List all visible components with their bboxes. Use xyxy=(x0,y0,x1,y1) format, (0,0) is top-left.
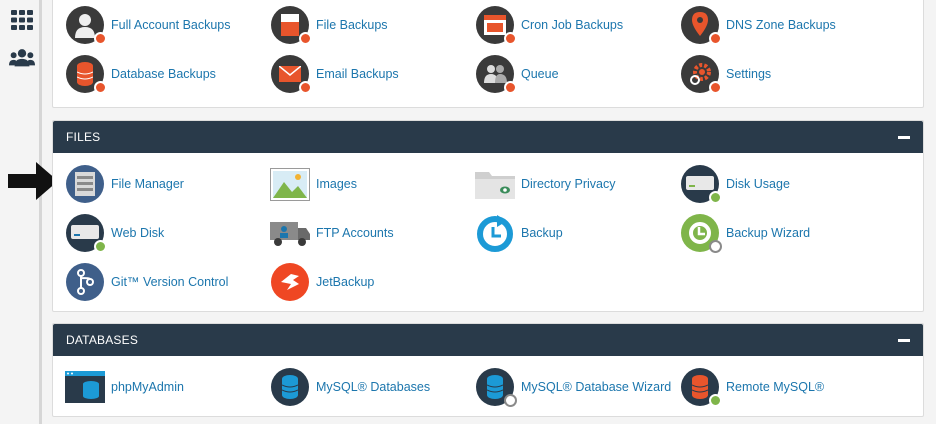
queue-icon xyxy=(475,54,517,94)
remote-mysql-icon xyxy=(680,367,722,407)
database-backups-item[interactable]: Database Backups xyxy=(65,54,216,94)
backups-panel: Full Account Backups File Backups Cron J… xyxy=(52,0,924,108)
web-disk-icon xyxy=(65,213,107,253)
images-item[interactable]: Images xyxy=(270,164,357,204)
file-backups-item[interactable]: File Backups xyxy=(270,5,388,45)
files-panel-header[interactable]: FILES xyxy=(53,121,923,153)
settings-item[interactable]: Settings xyxy=(680,54,771,94)
databases-panel-header[interactable]: DATABASES xyxy=(53,324,923,356)
databases-panel-title: DATABASES xyxy=(66,333,139,347)
email-backups-item[interactable]: Email Backups xyxy=(270,54,399,94)
file-manager-icon xyxy=(65,164,105,204)
ftp-accounts-icon xyxy=(270,213,310,253)
mysql-wizard-icon xyxy=(475,367,517,407)
directory-privacy-icon xyxy=(475,164,515,204)
email-backup-icon xyxy=(270,54,312,94)
phpmyadmin-icon xyxy=(65,367,105,407)
collapse-icon[interactable] xyxy=(898,135,910,139)
users-icon[interactable] xyxy=(9,45,35,71)
database-backup-icon xyxy=(65,54,107,94)
disk-usage-item[interactable]: Disk Usage xyxy=(680,164,790,204)
images-icon xyxy=(270,164,310,204)
cron-job-backups-item[interactable]: Cron Job Backups xyxy=(475,5,623,45)
mysql-databases-icon xyxy=(270,367,310,407)
mysql-database-wizard-item[interactable]: MySQL® Database Wizard xyxy=(475,367,671,407)
git-version-control-item[interactable]: Git™ Version Control xyxy=(65,262,228,302)
file-backup-icon xyxy=(270,5,312,45)
git-icon xyxy=(65,262,105,302)
full-account-backups-item[interactable]: Full Account Backups xyxy=(65,5,231,45)
pointer-arrow-icon xyxy=(8,162,58,200)
collapse-icon[interactable] xyxy=(898,338,910,342)
jetbackup-icon xyxy=(270,262,310,302)
file-manager-item[interactable]: File Manager xyxy=(65,164,184,204)
backup-item[interactable]: Backup xyxy=(475,213,563,253)
queue-item[interactable]: Queue xyxy=(475,54,559,94)
settings-icon xyxy=(680,54,722,94)
cron-backup-icon xyxy=(475,5,517,45)
backup-icon xyxy=(475,213,515,253)
backup-wizard-item[interactable]: Backup Wizard xyxy=(680,213,810,253)
dns-backup-icon xyxy=(680,5,722,45)
left-sidebar xyxy=(0,0,42,424)
backup-wizard-icon xyxy=(680,213,722,253)
jetbackup-item[interactable]: JetBackup xyxy=(270,262,374,302)
dns-zone-backups-item[interactable]: DNS Zone Backups xyxy=(680,5,836,45)
files-panel-title: FILES xyxy=(66,130,101,144)
web-disk-item[interactable]: Web Disk xyxy=(65,213,164,253)
full-backup-icon xyxy=(65,5,107,45)
phpmyadmin-item[interactable]: phpMyAdmin xyxy=(65,367,184,407)
disk-usage-icon xyxy=(680,164,722,204)
directory-privacy-item[interactable]: Directory Privacy xyxy=(475,164,615,204)
mysql-databases-item[interactable]: MySQL® Databases xyxy=(270,367,430,407)
ftp-accounts-item[interactable]: FTP Accounts xyxy=(270,213,394,253)
databases-panel: DATABASES phpMyAdmin MySQL® Databases My… xyxy=(52,323,924,417)
grid-icon[interactable] xyxy=(9,7,35,33)
remote-mysql-item[interactable]: Remote MySQL® xyxy=(680,367,824,407)
files-panel: FILES File Manager Images Directory Priv… xyxy=(52,120,924,312)
